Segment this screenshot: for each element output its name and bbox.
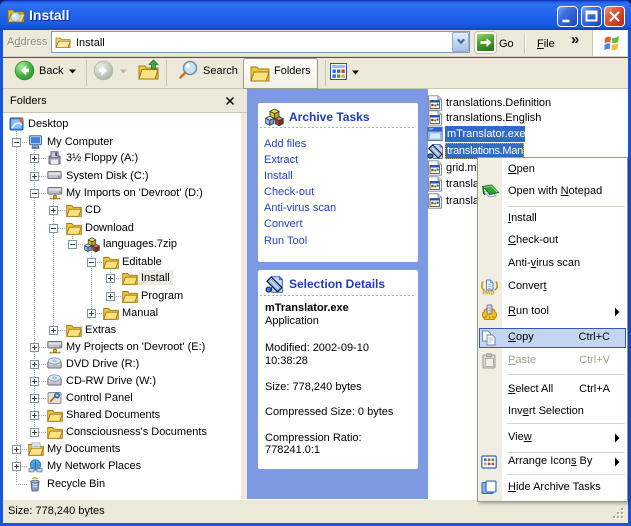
svg-text:RWD: RWD [483,291,495,297]
